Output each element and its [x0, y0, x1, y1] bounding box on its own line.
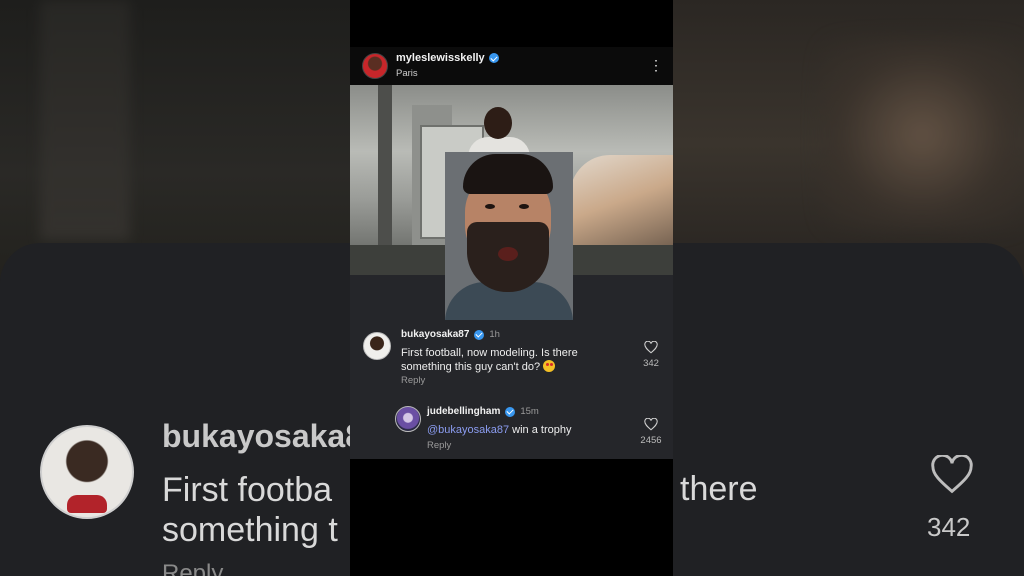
facecam-hair — [463, 154, 553, 194]
background-heart-icon — [931, 455, 973, 494]
comment-text: First football, now modeling. Is there s… — [401, 346, 611, 374]
reply-button[interactable]: Reply — [401, 375, 425, 386]
comment-avatar[interactable] — [363, 332, 391, 360]
post-location[interactable]: Paris — [396, 68, 418, 79]
post-avatar[interactable] — [362, 53, 388, 79]
facecam-eye — [519, 204, 529, 209]
post-username-row[interactable]: myleslewisskelly — [396, 52, 499, 64]
post-header: myleslewisskelly Paris ⋮ — [350, 47, 673, 85]
mention-link[interactable]: @bukayosaka87 — [427, 424, 509, 436]
phone-column: myleslewisskelly Paris ⋮ bukayosaka87 1h… — [350, 0, 673, 576]
background-comment-text: First footba something t — [162, 470, 338, 550]
background-avatar — [40, 425, 134, 519]
reply-header: judebellingham 15m — [427, 406, 539, 417]
verified-badge-icon — [505, 406, 516, 417]
more-options-icon[interactable]: ⋮ — [649, 56, 663, 74]
reply-text: @bukayosaka87 win a trophy — [427, 423, 627, 437]
comment-header: bukayosaka87 1h — [401, 329, 500, 340]
like-heart-icon[interactable] — [644, 341, 658, 354]
face-cam-overlay — [445, 152, 573, 320]
background-like-count: 342 — [927, 512, 971, 542]
reply-username[interactable]: judebellingham — [427, 406, 500, 417]
reply-avatar[interactable] — [395, 406, 421, 432]
background-comment-right: there — [680, 470, 758, 508]
like-count: 342 — [643, 358, 659, 369]
reply-time: 15m — [520, 406, 539, 417]
post-username[interactable]: myleslewisskelly — [396, 52, 485, 64]
verified-badge-icon — [488, 53, 499, 63]
facecam-eye — [485, 204, 495, 209]
star-struck-emoji-icon — [543, 360, 556, 372]
like-count: 2456 — [640, 435, 662, 446]
comment-time: 1h — [489, 329, 500, 340]
facecam-mouth — [498, 247, 518, 261]
background-username: bukayosaka8 — [162, 418, 364, 454]
reply-button[interactable]: Reply — [427, 440, 451, 451]
background-comment-line2: something t — [162, 511, 338, 549]
like-heart-icon[interactable] — [644, 418, 658, 431]
photo-model-head — [484, 107, 512, 139]
verified-badge-icon — [474, 329, 485, 340]
background-comment-line1: First footba — [162, 471, 333, 509]
reply-body: win a trophy — [509, 424, 572, 436]
background-reply: Reply — [162, 560, 224, 576]
comment-username[interactable]: bukayosaka87 — [401, 329, 469, 340]
